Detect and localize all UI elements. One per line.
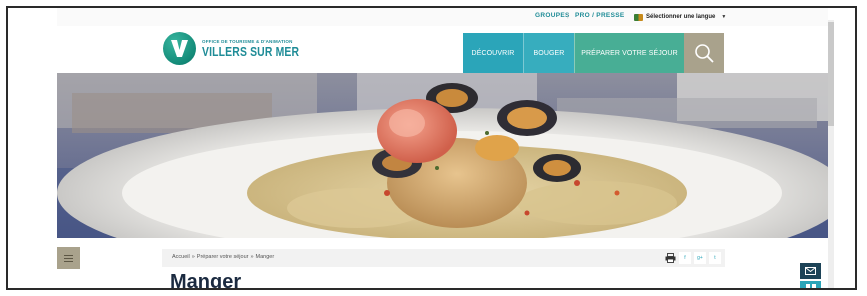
groups-link[interactable]: GROUPES	[535, 12, 570, 19]
hamburger-icon-line	[64, 260, 73, 262]
twitter-share-button[interactable]: t	[709, 252, 721, 264]
search-icon	[695, 44, 714, 63]
menu-toggle-button[interactable]	[57, 247, 80, 269]
language-selector[interactable]: Sélectionner une langue ▼	[634, 11, 726, 23]
caret-down-icon: ▼	[721, 14, 727, 20]
hamburger-icon-line	[64, 254, 73, 256]
facebook-share-button[interactable]: f	[679, 252, 691, 264]
share-tools: f g+ t	[664, 252, 721, 264]
hero-photo	[57, 73, 828, 238]
breadcrumb-current: Manger	[255, 254, 275, 260]
logo-v-icon	[163, 32, 196, 65]
breadcrumb-home[interactable]: Accueil	[172, 254, 190, 260]
breadcrumb-separator: »	[250, 254, 254, 260]
breadcrumb-separator: »	[191, 254, 195, 260]
print-icon	[665, 253, 675, 263]
newsletter-button[interactable]	[800, 263, 821, 279]
mail-icon	[805, 267, 816, 275]
hamburger-icon-line	[64, 257, 73, 259]
breadcrumb: Accueil » Préparer votre séjour » Manger	[172, 254, 274, 260]
social-icons	[805, 284, 816, 288]
breadcrumb-bar: Accueil » Préparer votre séjour » Manger…	[162, 249, 725, 267]
social-links-button[interactable]	[800, 281, 821, 288]
nav-item-bouger[interactable]: BOUGER	[523, 33, 574, 73]
page-title: Manger	[170, 271, 242, 290]
nav-item-decouvrir[interactable]: DÉCOUVRIR	[463, 33, 523, 73]
language-label: Sélectionner une langue	[646, 14, 716, 20]
flag-icon	[634, 13, 643, 21]
search-button[interactable]	[684, 33, 724, 73]
breadcrumb-preparer[interactable]: Préparer votre séjour	[197, 254, 249, 260]
separator: |	[567, 12, 569, 19]
utility-bar: GROUPES | PRO / PRESSE Sélectionner une …	[57, 8, 828, 26]
site-header: OFFICE DE TOURISME & D'ANIMATION VILLERS…	[57, 26, 828, 73]
site-logo[interactable]: OFFICE DE TOURISME & D'ANIMATION VILLERS…	[163, 32, 323, 65]
logo-text: OFFICE DE TOURISME & D'ANIMATION VILLERS…	[202, 39, 323, 59]
browser-frame: GROUPES | PRO / PRESSE Sélectionner une …	[6, 6, 857, 290]
main-nav: DÉCOUVRIR BOUGER PRÉPARER VOTRE SÉJOUR	[463, 33, 724, 73]
scrollbar-thumb[interactable]	[828, 22, 834, 126]
website: GROUPES | PRO / PRESSE Sélectionner une …	[57, 8, 828, 290]
print-button[interactable]	[664, 252, 676, 264]
logo-name: VILLERS SUR MER	[202, 43, 300, 59]
facebook-icon: f	[684, 255, 686, 261]
google-plus-icon: g+	[697, 255, 703, 261]
pro-press-link[interactable]: PRO / PRESSE	[575, 12, 624, 19]
nav-item-preparer-sejour[interactable]: PRÉPARER VOTRE SÉJOUR	[574, 33, 684, 73]
twitter-icon: t	[714, 255, 716, 261]
google-plus-share-button[interactable]: g+	[694, 252, 706, 264]
